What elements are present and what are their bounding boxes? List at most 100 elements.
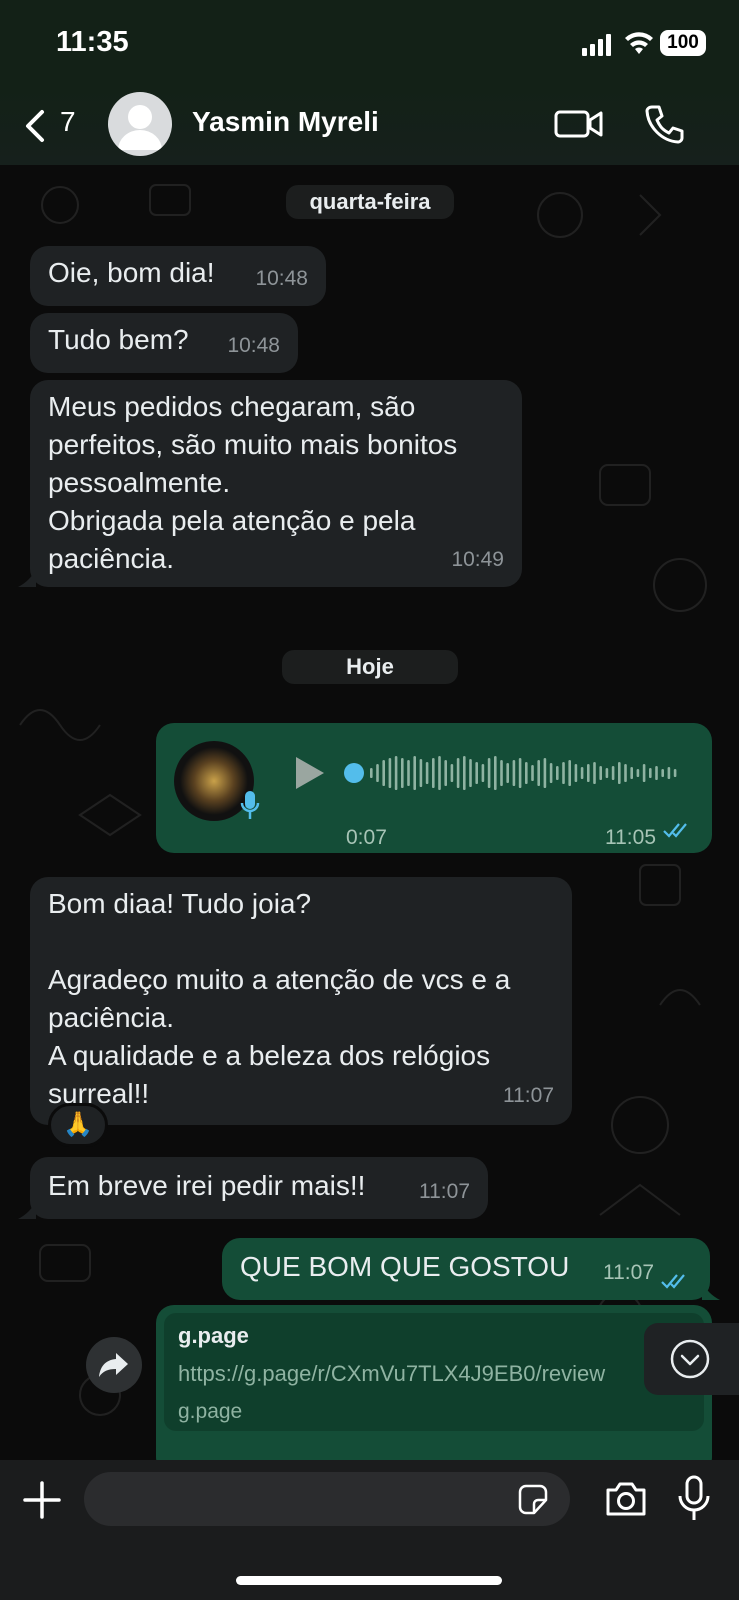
waveform-bar [562,762,565,784]
waveform-bar [661,769,664,777]
waveform-bar [537,760,540,786]
voice-message[interactable]: 0:07 11:05 [156,723,712,853]
message-line: paciência. [48,1002,175,1033]
waveform-bar [587,764,590,782]
waveform-bar [469,759,472,787]
waveform-bar [599,766,602,780]
message-text: Tudo bem? [48,324,189,355]
camera-icon[interactable] [604,1480,648,1518]
waveform-bar [624,764,627,782]
microphone-icon[interactable] [676,1474,712,1524]
incoming-message[interactable]: Bom diaa! Tudo joia? Agradeço muito a at… [30,877,572,1125]
avatar[interactable] [108,92,172,156]
link-preview-message[interactable]: g.page https://g.page/r/CXmVu7TLX4J9EB0/… [156,1305,712,1460]
link-url[interactable]: https://g.page/r/CXmVu7TLX4J9EB0/review [178,1355,605,1393]
forward-icon [99,1353,128,1377]
waveform-bar [512,760,516,786]
waveform-bar [432,758,435,788]
status-time: 11:35 [56,26,129,58]
message-text: Oie, bom dia! [48,257,215,288]
back-chevron-icon[interactable] [20,108,50,144]
message-text: Em breve irei pedir mais!! [48,1170,366,1201]
message-line: A qualidade e a beleza dos relógios [48,1040,491,1071]
audio-waveform[interactable] [344,753,684,793]
date-separator: quarta-feira [286,185,454,219]
forward-button[interactable] [86,1337,142,1393]
reaction-badge[interactable]: 🙏 [48,1103,108,1147]
unread-count[interactable]: 7 [60,106,76,138]
waveform-bar [531,765,534,781]
waveform-bar [376,764,379,782]
contact-name[interactable]: Yasmin Myreli [192,106,379,138]
reaction-emoji: 🙏 [63,1111,93,1138]
signal-icon [582,34,611,56]
waveform-bar [456,758,460,788]
waveform-bar [370,768,373,778]
waveform-bar [525,762,528,784]
waveform-bar [611,766,615,780]
read-receipt-icon [663,823,687,838]
waveform-bar [649,768,652,778]
scroll-down-icon [670,1339,710,1379]
message-time: 11:05 [605,826,656,849]
message-time: 11:07 [603,1261,654,1284]
message-line: Obrigada pela atenção e pela [48,505,416,536]
mic-icon [240,791,260,819]
waveform-bar [487,758,491,788]
waveform-bar [401,758,404,788]
battery-indicator: 100 [660,30,706,56]
message-line: Bom diaa! Tudo joia? [48,888,312,919]
waveform-bar [394,756,398,790]
waveform-bar [605,768,609,778]
waveform-bar [506,763,509,783]
message-line: perfeitos, são muito mais bonitos [48,429,458,460]
waveform-bar [444,760,447,786]
message-input[interactable] [84,1472,570,1526]
phone-icon[interactable] [644,104,684,144]
link-domain: g.page [178,1400,243,1423]
read-receipt-icon [661,1274,685,1289]
incoming-message[interactable]: Tudo bem? 10:48 [30,313,298,373]
message-time: 10:48 [227,334,280,357]
waveform-bar [407,760,410,786]
scroll-down-button[interactable] [644,1323,739,1395]
message-line: paciência. [48,543,175,574]
message-line: Meus pedidos chegaram, são [48,391,416,422]
wifi-icon [625,32,653,54]
message-line: pessoalmente. [48,467,231,498]
video-call-icon[interactable] [554,106,604,142]
waveform-bar [543,758,547,788]
waveform-bar [556,766,559,780]
message-time: 11:07 [419,1180,470,1203]
waveform-bar [574,764,578,782]
playback-position-dot [344,763,364,783]
incoming-message[interactable]: Oie, bom dia! 10:48 [30,246,326,306]
home-indicator [236,1576,502,1585]
message-line: surreal!! [48,1078,150,1109]
message-line: Agradeço muito a atenção de vcs e a [48,964,511,995]
waveform-bar [642,764,646,782]
play-icon[interactable] [294,755,326,791]
waveform-bar [630,767,633,779]
link-title: g.page [178,1323,249,1348]
waveform-bar [450,764,454,782]
waveform-bar [475,762,478,784]
plus-icon[interactable] [22,1480,62,1520]
waveform-bar [425,762,429,784]
bubble-tail [18,1201,36,1219]
outgoing-message[interactable]: QUE BOM QUE GOSTOU 11:07 [222,1238,710,1300]
incoming-message[interactable]: Em breve irei pedir mais!! 11:07 [30,1157,488,1219]
sticker-icon[interactable] [516,1484,550,1516]
waveform-bar [438,756,441,790]
chat-area[interactable]: quarta-feira Oie, bom dia! 10:48 Tudo be… [0,165,739,1460]
bubble-tail [702,1282,720,1300]
waveform-bar [673,769,677,777]
incoming-message[interactable]: Meus pedidos chegaram, são perfeitos, sã… [30,380,522,587]
message-time: 10:48 [255,267,308,290]
waveform-bar [655,766,658,780]
voice-duration: 0:07 [346,826,387,849]
waveform-bar [518,758,522,788]
waveform-bar [481,764,485,782]
message-time: 11:07 [503,1084,554,1107]
message-time: 10:49 [451,548,504,571]
